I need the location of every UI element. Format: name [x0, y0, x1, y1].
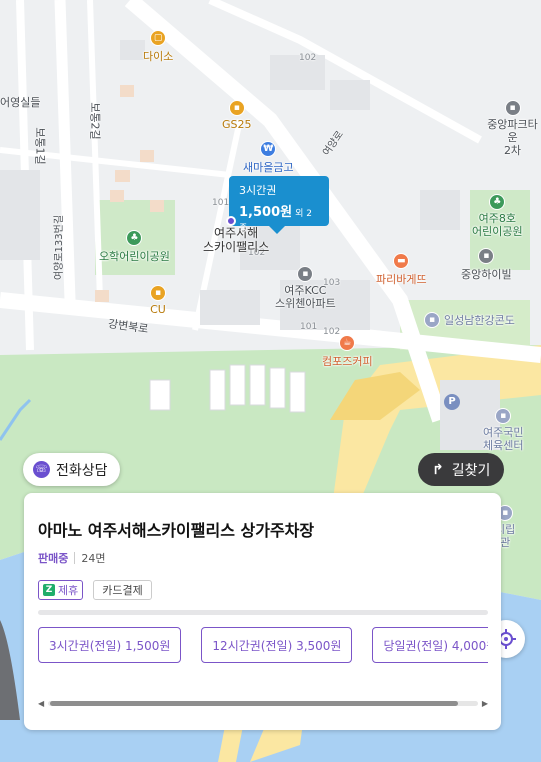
poi-park-8[interactable]: ♣ 여주8호 어린이공원	[472, 194, 523, 238]
bubble-time: 3시간권	[239, 184, 277, 197]
parking-info-card[interactable]: 아마노 여주서해스카이팰리스 상가주차장 판매중 24면 Z 제휴 카드결제 3…	[24, 493, 501, 730]
call-consult-button[interactable]: ☏ 전화상담	[23, 453, 120, 486]
poi-gs25[interactable]: ▪ GS25	[222, 100, 252, 131]
partner-logo-icon: Z	[43, 584, 55, 596]
poi-sports-center[interactable]: ▪ 여주국민 체육센터	[483, 408, 523, 452]
building-icon: ▪	[478, 248, 495, 264]
parking-title: 아마노 여주서해스카이팰리스 상가주차장	[38, 521, 315, 540]
card-payment-tag: 카드결제	[93, 580, 152, 600]
building-icon: ▪	[504, 100, 521, 116]
shopping-bag-icon: ▢	[150, 30, 167, 46]
gym-icon: ▪	[495, 408, 512, 424]
status-badge: 판매중	[38, 552, 69, 565]
scroll-thumb[interactable]	[50, 700, 459, 706]
scroll-track[interactable]	[48, 700, 478, 706]
location-pin-icon	[226, 216, 236, 226]
directions-label: 길찾기	[451, 462, 491, 479]
poi-cu[interactable]: ▪ CU	[150, 285, 166, 316]
divider	[74, 552, 76, 564]
partner-tag: Z 제휴	[38, 580, 84, 600]
turn-right-icon: ↱	[432, 461, 444, 478]
feature-tags: Z 제휴 카드결제	[38, 580, 487, 600]
ticket-3h[interactable]: 3시간권(전일) 1,500원	[38, 627, 182, 663]
ticket-day[interactable]: 당일권(전일) 4,000원	[372, 627, 488, 663]
ticket-list[interactable]: 3시간권(전일) 1,500원 12시간권(전일) 3,500원 당일권(전일)…	[38, 627, 488, 663]
poi-compose-coffee[interactable]: ☕ 컴포즈커피	[322, 335, 373, 369]
poi-kcc-switzen[interactable]: ▪ 여주KCC 스위첸아파트	[275, 266, 336, 310]
call-consult-label: 전화상담	[56, 462, 108, 479]
lodging-icon: ▪	[424, 312, 440, 328]
building-number: 102	[299, 53, 317, 63]
park-icon: ♣	[126, 230, 143, 246]
bank-icon: ₩	[260, 141, 277, 157]
parking-icon[interactable]: P	[444, 394, 460, 410]
building-number: 101	[212, 198, 230, 208]
convenience-store-icon: ▪	[150, 285, 166, 301]
convenience-store-icon: ▪	[228, 100, 245, 116]
poi-bank[interactable]: ₩ 새마을금고	[243, 141, 294, 175]
building-icon: ▪	[297, 266, 314, 282]
horizontal-scrollbar[interactable]: ◀ ▶	[38, 698, 488, 708]
scroll-left-icon[interactable]: ◀	[38, 699, 44, 708]
poi-daiso[interactable]: ▢ 다이소	[143, 30, 173, 64]
poi-ilsung-condo[interactable]: ▪ 일성남한강콘도	[424, 312, 515, 328]
ticket-12h[interactable]: 12시간권(전일) 3,500원	[201, 627, 353, 663]
parking-meta: 판매중 24면	[38, 550, 487, 566]
building-number: 101	[300, 322, 318, 332]
road-label: 보통2길	[88, 102, 102, 140]
road-label: 여양로133번길	[54, 214, 66, 281]
area-label: 어영실들	[0, 96, 41, 109]
poi-paris-baguette[interactable]: ▬ 파리바게뜨	[376, 253, 427, 287]
cafe-icon: ☕	[339, 335, 356, 351]
section-divider	[38, 610, 488, 615]
directions-button[interactable]: ↱ 길찾기	[418, 453, 505, 486]
poi-jungang-park[interactable]: ▪ 중앙파크타운 2차	[484, 100, 541, 157]
poi-ohak-park[interactable]: ♣ 오학어린이공원	[99, 230, 170, 264]
poi-jungang-highvill[interactable]: ▪ 중앙하이빌	[461, 248, 512, 282]
park-icon: ♣	[489, 194, 506, 210]
bubble-price: 1,500원	[239, 205, 293, 220]
space-count: 24면	[81, 552, 106, 565]
scroll-right-icon[interactable]: ▶	[482, 699, 488, 708]
bakery-icon: ▬	[393, 253, 410, 269]
price-bubble[interactable]: 3시간권 1,500원 외 2종	[229, 176, 329, 234]
road-label: 보통1길	[33, 127, 47, 165]
phone-chat-icon: ☏	[33, 461, 50, 478]
